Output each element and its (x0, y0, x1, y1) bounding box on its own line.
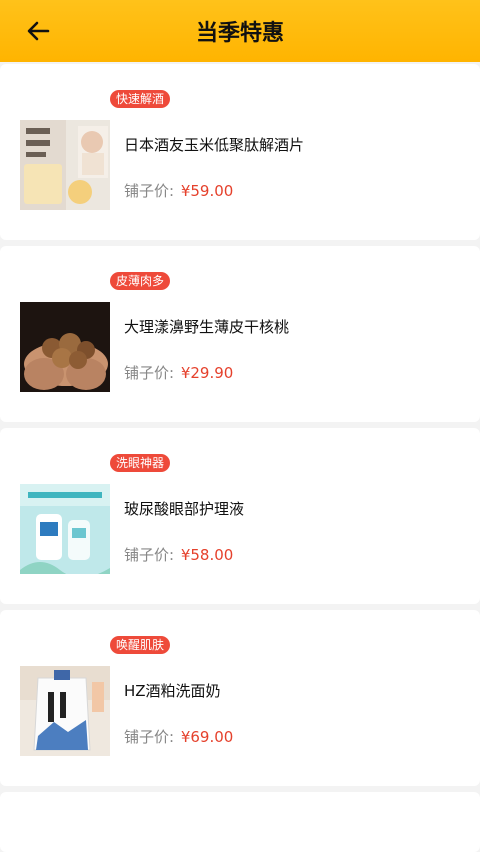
price-label: 铺子价: (124, 182, 175, 200)
product-price: 铺子价: ¥29.90 (124, 362, 233, 383)
price-label: 铺子价: (124, 364, 175, 382)
product-name: 玻尿酸眼部护理液 (124, 500, 245, 518)
product-image[interactable] (20, 302, 110, 392)
arrow-left-icon (27, 21, 50, 41)
product-image[interactable] (20, 484, 110, 574)
price-value: ¥59.00 (180, 182, 234, 200)
product-tag: 唤醒肌肤 (110, 636, 171, 654)
product-name: 日本酒友玉米低聚肽解酒片 (124, 136, 305, 154)
product-card[interactable]: 快速解酒 日本酒友玉米低聚肽解酒片 铺子价: ¥59.00 (0, 64, 480, 240)
product-tag: 快速解酒 (110, 90, 171, 108)
product-name: 大理漾濞野生薄皮干核桃 (124, 318, 290, 336)
product-card[interactable]: 皮薄肉多 大理漾濞野生薄皮干核桃 铺子价: ¥29.90 (0, 246, 480, 422)
product-tag: 洗眼神器 (110, 454, 171, 472)
product-card[interactable]: 唤醒肌肤 HZ酒粕洗面奶 铺子价: ¥69.00 (0, 610, 480, 786)
top-bar: 当季特惠 (0, 0, 480, 62)
product-price: 铺子价: ¥69.00 (124, 726, 233, 747)
page-title: 当季特惠 (195, 21, 284, 46)
product-image[interactable] (20, 666, 110, 756)
price-value: ¥69.00 (180, 728, 234, 746)
product-price: 铺子价: ¥58.00 (124, 544, 233, 565)
product-name: HZ酒粕洗面奶 (124, 682, 221, 700)
product-tag: 皮薄肉多 (110, 272, 171, 290)
product-list: 快速解酒 日本酒友玉米低聚肽解酒片 铺子价: ¥59.00 皮薄肉多 大理漾濞野… (0, 62, 480, 852)
product-price: 铺子价: ¥59.00 (124, 180, 233, 201)
price-label: 铺子价: (124, 728, 175, 746)
product-card-partial (0, 792, 480, 852)
price-label: 铺子价: (124, 546, 175, 564)
back-button[interactable] (20, 13, 56, 49)
price-value: ¥29.90 (180, 364, 234, 382)
product-card[interactable]: 洗眼神器 玻尿酸眼部护理液 铺子价: ¥58.00 (0, 428, 480, 604)
price-value: ¥58.00 (180, 546, 234, 564)
product-image[interactable] (20, 120, 110, 210)
